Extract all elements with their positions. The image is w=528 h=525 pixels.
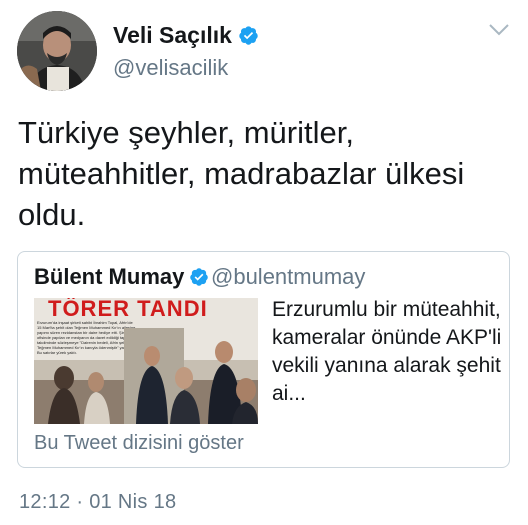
profile-photo [17, 11, 97, 91]
tweet-text: Türkiye şeyhler, müritler, müteahhitler,… [18, 115, 465, 232]
verified-badge-icon [239, 26, 258, 45]
chevron-down-icon[interactable] [488, 22, 510, 38]
avatar[interactable] [17, 11, 97, 91]
author-display-name[interactable]: Veli Saçılık [113, 22, 259, 49]
quoted-tweet-image[interactable]: TÖRER TANDI Erzurum'da inşaat şirketi sa… [34, 298, 258, 424]
author-display-name-text: Veli Saçılık [113, 22, 232, 48]
newspaper-clipping-image: TÖRER TANDI Erzurum'da inşaat şirketi sa… [34, 298, 258, 424]
quoted-author-display-name-text: Bülent Mumay [34, 264, 185, 289]
quoted-tweet-text: Erzurumlu bir müteahhit, kameralar önünd… [272, 298, 502, 405]
author-username[interactable]: @velisacilik [113, 55, 228, 81]
tweet-timestamp[interactable]: 12:12 · 01 Nis 18 [19, 491, 176, 514]
quoted-tweet-card[interactable]: Bülent Mumay @bulentmumay TÖRER TANDI Er… [17, 251, 510, 468]
quoted-author-display-name: Bülent Mumay [34, 264, 209, 290]
show-thread-link[interactable]: Bu Tweet dizisini göster [34, 432, 244, 455]
verified-badge-icon [190, 268, 209, 286]
quoted-author-username: @bulentmumay [211, 264, 366, 289]
newspaper-headline: TÖRER TANDI [48, 298, 208, 321]
